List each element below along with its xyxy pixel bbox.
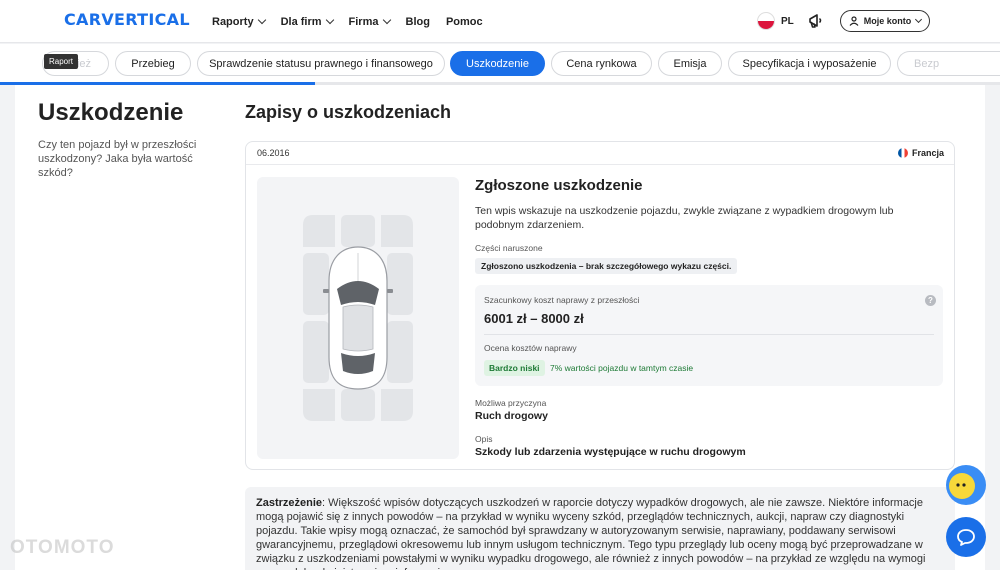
- record-country: Francja: [897, 148, 944, 158]
- france-flag-icon: [897, 148, 908, 158]
- country-label: Francja: [911, 148, 944, 158]
- record-date: 06.2016: [257, 148, 290, 158]
- section-title: Uszkodzenie: [38, 99, 184, 126]
- disclaimer-text: : Większość wpisów dotyczących uszkodzeń…: [256, 497, 926, 570]
- megaphone-icon[interactable]: [807, 12, 825, 30]
- car-damage-diagram: [257, 177, 459, 459]
- tab-label: ież: [76, 57, 91, 70]
- nav-dla-firm[interactable]: Dla firm: [280, 15, 334, 28]
- divider: [484, 334, 934, 335]
- cause-value: Ruch drogowy: [475, 410, 548, 422]
- damage-record-card: 06.2016 Francja Zgłoszone uszkodzenie Te…: [245, 141, 955, 470]
- chat-bubble-icon: [957, 529, 975, 546]
- zone-left-rear: [303, 321, 329, 383]
- main-content: Uszkodzenie Czy ten pojazd był w przeszł…: [15, 85, 985, 570]
- nav-blog[interactable]: Blog: [406, 16, 430, 28]
- bot-face: [949, 473, 975, 499]
- records-title: Zapisy o uszkodzeniach: [245, 102, 452, 122]
- nav-label: Firma: [348, 15, 379, 28]
- top-header: carVertical Raporty Dla firm Firma Blog …: [0, 0, 1000, 43]
- tab-bezpieczenstwo[interactable]: Bezp: [897, 51, 1000, 76]
- zone-right-rear: [387, 321, 413, 383]
- help-icon[interactable]: ?: [925, 295, 936, 306]
- desc-label: Opis: [475, 434, 493, 444]
- tab-label: Specyfikacja i wyposażenie: [742, 57, 877, 70]
- nav-raporty[interactable]: Raporty: [212, 15, 266, 28]
- cost-label: Szacunkowy koszt naprawy z przeszłości: [484, 295, 640, 305]
- car-top-view-icon: [303, 215, 413, 421]
- user-icon: [849, 16, 859, 26]
- watermark-logo: OTOMOTO: [10, 537, 115, 558]
- logo[interactable]: carVertical: [64, 10, 190, 29]
- repair-cost-box: Szacunkowy koszt naprawy z przeszłości 6…: [475, 285, 943, 386]
- tab-cena-rynkowa[interactable]: Cena rynkowa: [551, 51, 652, 76]
- tab-label: Przebieg: [131, 57, 175, 70]
- zone-right-front: [387, 253, 413, 315]
- tab-status-prawny[interactable]: Sprawdzenie statusu prawnego i finansowe…: [197, 51, 445, 76]
- tab-label: Bezp: [914, 57, 940, 70]
- nav-firma[interactable]: Firma: [348, 15, 391, 28]
- nav-pomoc[interactable]: Pomoc: [446, 16, 483, 28]
- language-selector[interactable]: PL: [757, 12, 794, 30]
- zone-rear-right: [381, 389, 413, 421]
- zone-front-right: [381, 215, 413, 247]
- zone-front-left: [303, 215, 335, 247]
- tab-label: Uszkodzenie: [466, 57, 529, 70]
- tooltip: Raport: [44, 54, 79, 69]
- tab-label: Cena rynkowa: [566, 57, 637, 70]
- nav-label: Blog: [405, 15, 430, 28]
- tab-przebieg[interactable]: Przebieg: [115, 51, 191, 76]
- report-tabs: ież Przebieg Sprawdzenie statusu prawneg…: [0, 51, 1000, 77]
- report-tabs-bar: ież Przebieg Sprawdzenie statusu prawneg…: [0, 44, 1000, 84]
- disclaimer-label: Zastrzeżenie: [256, 497, 323, 509]
- tab-uszkodzenie[interactable]: Uszkodzenie: [450, 51, 545, 76]
- zone-left-front: [303, 253, 329, 315]
- chevron-down-icon: [915, 15, 923, 24]
- tab-label: Sprawdzenie statusu prawnego i finansowe…: [209, 57, 433, 70]
- cost-value: 6001 zł – 8000 zł: [484, 311, 584, 326]
- zone-rear-center: [341, 389, 375, 421]
- nav-label: Dla firm: [280, 15, 322, 28]
- parts-label: Części naruszone: [475, 243, 543, 253]
- card-header: 06.2016 Francja: [246, 142, 954, 165]
- chevron-down-icon: [382, 15, 391, 25]
- evaluation-badge: Bardzo niski: [484, 360, 545, 376]
- bot-eyes-icon: [956, 483, 966, 487]
- chevron-down-icon: [325, 15, 334, 25]
- tab-label: Emisja: [673, 57, 707, 70]
- chevron-down-icon: [257, 15, 266, 25]
- language-code: PL: [781, 15, 794, 27]
- cause-label: Możliwa przyczyna: [475, 398, 547, 408]
- damage-description: Ten wpis wskazuje na uszkodzenie pojazdu…: [475, 205, 894, 231]
- section-description: Czy ten pojazd był w przeszłości uszkodz…: [38, 139, 197, 179]
- main-nav: Raporty Dla firm Firma Blog Pomoc: [212, 0, 483, 43]
- nav-label: Pomoc: [445, 15, 483, 28]
- zone-rear-left: [303, 389, 335, 421]
- disclaimer-box: Zastrzeżenie: Większość wpisów dotyczący…: [245, 487, 955, 570]
- evaluation-label: Ocena kosztów naprawy: [484, 343, 577, 353]
- nav-label: Raporty: [212, 15, 254, 28]
- account-label: Moje konto: [863, 16, 912, 26]
- chat-button[interactable]: [946, 517, 986, 557]
- bot-avatar-icon[interactable]: [946, 465, 986, 505]
- tab-specyfikacja[interactable]: Specyfikacja i wyposażenie: [728, 51, 891, 76]
- damage-title: Zgłoszone uszkodzenie: [475, 177, 643, 194]
- desc-value: Szkody lub zdarzenia występujące w ruchu…: [475, 446, 746, 458]
- evaluation-note: 7% wartości pojazdu w tamtym czasie: [550, 363, 694, 373]
- parts-tag: Zgłoszono uszkodzenia – brak szczegółowe…: [475, 258, 738, 274]
- zone-front-center: [341, 215, 375, 247]
- tab-emisja[interactable]: Emisja: [658, 51, 722, 76]
- poland-flag-icon: [757, 12, 775, 30]
- account-button[interactable]: Moje konto: [840, 10, 930, 32]
